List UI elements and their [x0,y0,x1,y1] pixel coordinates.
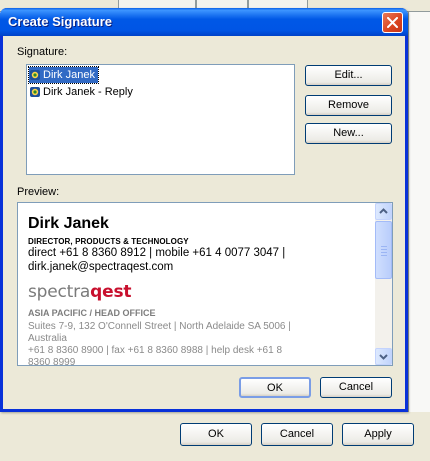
logo-text-part2: qest [90,282,132,302]
list-item[interactable]: Dirk Janek - Reply [29,84,136,100]
signature-icon [29,69,41,81]
create-signature-dialog: Create Signature Signature: Dirk Janek D… [0,8,408,412]
cancel-button[interactable]: Cancel [320,377,392,398]
signature-preview: Dirk Janek DIRECTOR, PRODUCTS & TECHNOLO… [17,202,393,366]
preview-address-line: Australia [28,333,67,344]
logo-text-part1: spectra [28,282,91,302]
grip-line [381,255,387,256]
grip-line [381,246,387,247]
signature-label: Signature: [17,46,68,58]
parent-cancel-button[interactable]: Cancel [261,423,333,446]
close-button[interactable] [382,12,403,33]
chevron-up-icon [379,208,388,214]
parent-dialog-panel [408,12,430,412]
company-logo: spectraqest [28,282,131,302]
signature-list[interactable]: Dirk Janek Dirk Janek - Reply [26,64,295,175]
title-bar[interactable]: Create Signature [0,8,408,36]
close-icon [387,17,398,28]
dialog-title: Create Signature [8,14,113,29]
edit-button[interactable]: Edit... [305,65,392,86]
parent-ok-button[interactable]: OK [180,423,252,446]
preview-job-title: DIRECTOR, PRODUCTS & TECHNOLOGY [28,237,189,246]
preview-label: Preview: [17,186,60,198]
grip-line [381,252,387,253]
preview-address-line: 8360 8999 [28,357,76,366]
preview-scrollbar[interactable] [375,203,392,365]
signature-item-label: Dirk Janek [43,69,95,81]
preview-office: ASIA PACIFIC / HEAD OFFICE [28,308,156,318]
scroll-thumb[interactable] [375,221,392,279]
scroll-down-button[interactable] [375,348,392,365]
preview-address-line: Suites 7-9, 132 O'Connell Street | North… [28,321,291,332]
new-button[interactable]: New... [305,123,392,144]
preview-name: Dirk Janek [28,215,109,232]
signature-icon [29,86,41,98]
parent-apply-button[interactable]: Apply [342,423,414,446]
preview-phone-line: direct +61 8 8360 8912 | mobile +61 4 00… [28,247,286,259]
signature-item-label: Dirk Janek - Reply [43,86,133,98]
chevron-down-icon [379,354,388,360]
remove-button[interactable]: Remove [305,95,392,116]
preview-email-line: dirk.janek@spectraqest.com [28,261,174,273]
grip-line [381,249,387,250]
scroll-up-button[interactable] [375,203,392,220]
ok-button[interactable]: OK [239,377,311,398]
preview-address-line: +61 8 8360 8900 | fax +61 8 8360 8988 | … [28,345,283,356]
list-item[interactable]: Dirk Janek [28,66,99,84]
